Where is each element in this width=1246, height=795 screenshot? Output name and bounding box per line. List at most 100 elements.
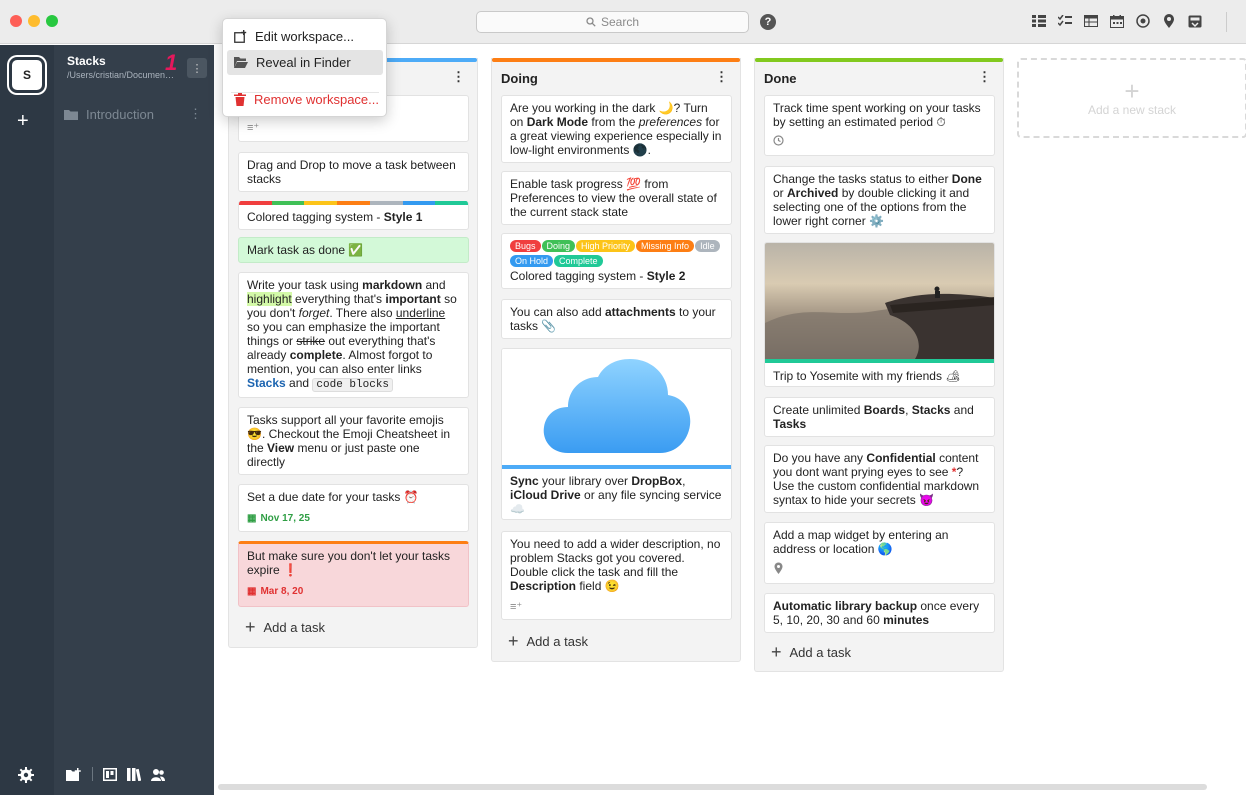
- task-card[interactable]: Are you working in the dark 🌙? Turn on D…: [501, 95, 732, 163]
- task-card[interactable]: Do you have any Confidential content you…: [764, 445, 995, 513]
- task-text: ,: [682, 474, 686, 488]
- workspace-name: Stacks: [67, 54, 106, 68]
- tag-complete[interactable]: Complete: [554, 255, 603, 267]
- add-task-button[interactable]: + Add a task: [508, 632, 588, 650]
- add-new-stack-button[interactable]: + Add a new stack: [1017, 58, 1246, 138]
- task-text-bold: iCloud Drive: [510, 488, 581, 502]
- clock-icon: [773, 135, 784, 149]
- task-text-bold: Confidential: [866, 451, 936, 465]
- sidebar: Stacks /Users/cristian/Documents/Stacks …: [54, 45, 214, 795]
- task-text: Mark task as done ✅: [247, 243, 364, 257]
- checklist-icon[interactable]: [1056, 12, 1074, 30]
- task-text: and: [285, 376, 313, 390]
- tag-bugs[interactable]: Bugs: [510, 240, 541, 252]
- cloud-image: [502, 349, 731, 465]
- menu-item-edit-workspace[interactable]: Edit workspace...: [227, 24, 383, 49]
- stack-more-icon[interactable]: ⋮: [715, 70, 728, 83]
- archive-icon[interactable]: [1186, 12, 1204, 30]
- add-task-button[interactable]: + Add a task: [245, 618, 325, 636]
- task-card[interactable]: Tasks support all your favorite emojis 😎…: [238, 407, 469, 475]
- sidebar-bottom-toolbar: [66, 767, 165, 781]
- task-card[interactable]: Colored tagging system - Style 1: [238, 201, 469, 230]
- menu-item-label: Remove workspace...: [254, 92, 379, 107]
- menu-item-label: Reveal in Finder: [256, 55, 351, 70]
- task-text-bold: Done: [951, 172, 982, 186]
- settings-gear-icon[interactable]: [18, 767, 34, 786]
- task-card[interactable]: Write your task using markdown and highl…: [238, 272, 469, 398]
- task-text: You need to add a wider description, no …: [510, 537, 721, 579]
- tag-high-priority[interactable]: High Priority: [576, 240, 636, 252]
- task-card[interactable]: Change the tasks status to either Done o…: [764, 166, 995, 234]
- task-text: field 😉: [576, 579, 620, 593]
- task-text: from the: [588, 115, 639, 129]
- library-icon[interactable]: [127, 767, 141, 781]
- due-date-text: Mar 8, 20: [260, 586, 304, 597]
- table-icon[interactable]: [1082, 12, 1100, 30]
- stack-title[interactable]: Doing: [501, 71, 538, 86]
- callout-step-1: 1: [165, 50, 178, 75]
- task-card[interactable]: Track time spent working on your tasks b…: [764, 95, 995, 156]
- task-card-done[interactable]: Mark task as done ✅: [238, 237, 469, 263]
- minimize-window-button[interactable]: [28, 15, 40, 27]
- task-text-bold: Stacks: [911, 403, 951, 417]
- task-text-strike: strike: [296, 334, 326, 348]
- close-window-button[interactable]: [10, 15, 22, 27]
- board-view-icon[interactable]: [103, 767, 117, 781]
- time-icon[interactable]: [1134, 12, 1152, 30]
- task-card[interactable]: Automatic library backup once every 5, 1…: [764, 593, 995, 633]
- search-field[interactable]: Search: [476, 11, 749, 33]
- task-card[interactable]: Create unlimited Boards, Stacks and Task…: [764, 397, 995, 437]
- sidebar-item-label: Introduction: [86, 106, 154, 122]
- menu-item-remove-workspace[interactable]: Remove workspace...: [227, 87, 383, 112]
- users-icon[interactable]: [151, 768, 165, 781]
- menu-item-reveal-in-finder[interactable]: Reveal in Finder: [227, 50, 383, 75]
- sidebar-item-introduction[interactable]: Introduction ⋮: [64, 103, 208, 125]
- tag-on-hold[interactable]: On Hold: [510, 255, 554, 267]
- task-text-bold: Boards: [863, 403, 906, 417]
- task-card[interactable]: Sync your library over DropBox, iCloud D…: [501, 348, 732, 520]
- task-card[interactable]: You need to add a wider description, no …: [501, 531, 732, 620]
- task-card[interactable]: Bugs Doing High Priority Missing Info Idle On…: [501, 233, 732, 289]
- list-view-icon[interactable]: [1030, 12, 1048, 30]
- task-card[interactable]: You can also add attachments to your tas…: [501, 299, 732, 339]
- workspace-avatar[interactable]: S: [9, 57, 45, 93]
- search-icon: [586, 17, 596, 27]
- task-card[interactable]: Enable task progress 💯 from Preferences …: [501, 171, 732, 225]
- task-text-bold: Style 1: [383, 210, 423, 224]
- workspace-more-button[interactable]: ⋮: [187, 58, 207, 78]
- task-text: But make sure you don't let your tasks e…: [247, 549, 451, 577]
- task-text: Change the tasks status to either: [773, 172, 952, 186]
- task-link[interactable]: Stacks: [247, 376, 286, 390]
- task-text: You can also add: [510, 305, 605, 319]
- tag-doing[interactable]: Doing: [541, 240, 576, 252]
- stack-more-icon[interactable]: ⋮: [452, 70, 465, 83]
- help-icon[interactable]: ?: [760, 14, 776, 30]
- stack-title[interactable]: Done: [764, 71, 797, 86]
- task-text-bold: Tasks: [773, 417, 807, 431]
- new-folder-icon[interactable]: [66, 767, 82, 781]
- zoom-window-button[interactable]: [46, 15, 58, 27]
- task-text: Trip to Yosemite with my friends 🏕: [773, 369, 961, 383]
- task-text-italic: forget: [298, 306, 330, 320]
- map-pin-icon: [774, 562, 783, 577]
- add-task-button[interactable]: + Add a task: [771, 643, 851, 661]
- due-date-text: Nov 17, 25: [260, 513, 310, 524]
- add-workspace-button[interactable]: +: [17, 111, 29, 131]
- task-text: and: [422, 278, 446, 292]
- stack-column: Done ⋮ Track time spent working on your …: [754, 58, 1004, 672]
- view-toolbar: [1030, 12, 1204, 30]
- tag-missing-info[interactable]: Missing Info: [636, 240, 695, 252]
- sidebar-item-more-icon[interactable]: ⋮: [189, 106, 202, 122]
- tag-idle[interactable]: Idle: [695, 240, 720, 252]
- task-card-overdue[interactable]: But make sure you don't let your tasks e…: [238, 541, 469, 607]
- map-pin-icon[interactable]: [1160, 12, 1178, 30]
- horizontal-scrollbar[interactable]: [218, 784, 1207, 790]
- task-card[interactable]: Add a map widget by entering an address …: [764, 522, 995, 584]
- calendar-icon[interactable]: [1108, 12, 1126, 30]
- task-text-bold: important: [385, 292, 441, 306]
- task-card[interactable]: Trip to Yosemite with my friends 🏕: [764, 242, 995, 387]
- task-card[interactable]: Set a due date for your tasks ⏰ ▦ Nov 17,…: [238, 484, 469, 532]
- stack-more-icon[interactable]: ⋮: [978, 70, 991, 83]
- task-text: everything that's: [291, 292, 386, 306]
- task-card[interactable]: Drag and Drop to move a task between sta…: [238, 152, 469, 192]
